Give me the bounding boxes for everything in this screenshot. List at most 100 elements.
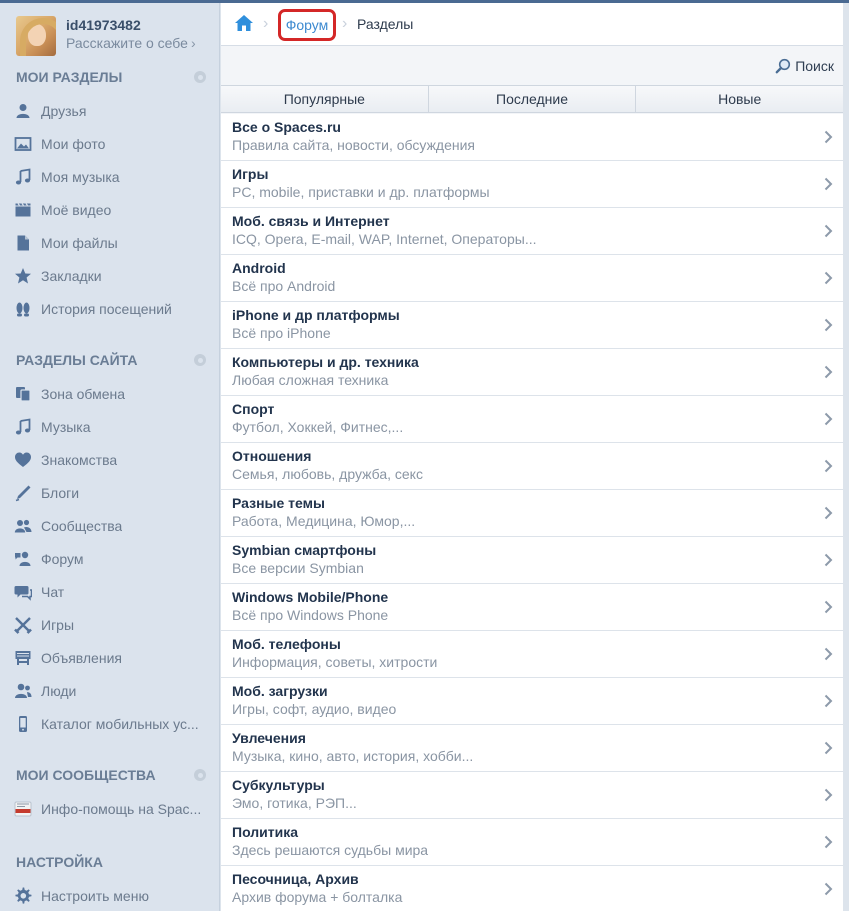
search-row: Поиск xyxy=(221,46,843,86)
sidebar-item-phone[interactable]: Каталог мобильных ус... xyxy=(14,713,210,735)
chevron-right-icon xyxy=(824,365,833,379)
forum-section-row[interactable]: Субкультуры Эмо, готика, РЭП... xyxy=(221,772,843,819)
help-badge-icon xyxy=(14,800,32,818)
forum-section-row[interactable]: Windows Mobile/Phone Всё про Windows Pho… xyxy=(221,584,843,631)
tab-latest[interactable]: Последние xyxy=(429,86,637,112)
sidebar-item-games[interactable]: Игры xyxy=(14,614,210,636)
section-title-label: РАЗДЕЛЫ САЙТА xyxy=(16,352,138,368)
forum-section-row[interactable]: Android Всё про Android xyxy=(221,255,843,302)
forum-section-row[interactable]: Спорт Футбол, Хоккей, Фитнес,... xyxy=(221,396,843,443)
sidebar-item-pen[interactable]: Блоги xyxy=(14,482,210,504)
forum-section-row[interactable]: Symbian смартфоны Все версии Symbian xyxy=(221,537,843,584)
forum-section-row[interactable]: Политика Здесь решаются судьбы мира xyxy=(221,819,843,866)
breadcrumb-forum-link[interactable]: Форум xyxy=(278,9,336,41)
forum-section-subtitle: Здесь решаются судьбы мира xyxy=(232,842,429,858)
sidebar-item-footprints[interactable]: История посещений xyxy=(14,298,210,320)
friend-icon xyxy=(14,102,32,120)
forum-section-title: Все о Spaces.ru xyxy=(232,119,341,135)
breadcrumb-separator: › xyxy=(342,15,348,32)
profile-about-label: Расскажите о себе xyxy=(66,35,188,51)
exchange-icon xyxy=(14,385,32,403)
section-title-label: МОИ РАЗДЕЛЫ xyxy=(16,69,123,85)
search-button[interactable]: Поиск xyxy=(775,58,834,74)
forum-section-title: Песочница, Архив xyxy=(232,871,359,887)
sidebar-item-label: Мои фото xyxy=(41,136,106,152)
home-icon[interactable] xyxy=(234,14,254,32)
section-title-label: НАСТРОЙКА xyxy=(16,854,103,870)
chevron-right-icon xyxy=(824,553,833,567)
chevron-right-icon xyxy=(824,318,833,332)
avatar[interactable] xyxy=(16,16,56,56)
sidebar-item-exchange[interactable]: Зона обмена xyxy=(14,383,210,405)
heart-icon xyxy=(14,451,32,469)
tab-new[interactable]: Новые xyxy=(636,86,843,112)
forum-section-subtitle: Музыка, кино, авто, история, хобби... xyxy=(232,748,474,764)
section-title-settings: НАСТРОЙКА xyxy=(16,854,208,870)
sidebar-item-label: История посещений xyxy=(41,301,172,317)
main-content: › Форум › Разделы Поиск Популярные После… xyxy=(221,3,843,911)
forum-section-title: Увлечения xyxy=(232,730,306,746)
forum-section-subtitle: Архив форума + болталка xyxy=(232,889,403,905)
chevron-right-icon xyxy=(824,647,833,661)
sidebar-item-video[interactable]: Моё видео xyxy=(14,199,210,221)
forum-section-title: Моб. телефоны xyxy=(232,636,341,652)
sidebar-item-photo[interactable]: Мои фото xyxy=(14,133,210,155)
chevron-right-icon xyxy=(824,177,833,191)
forum-section-row[interactable]: Увлечения Музыка, кино, авто, история, х… xyxy=(221,725,843,772)
sidebar-item-ads[interactable]: Объявления xyxy=(14,647,210,669)
gear-icon[interactable] xyxy=(192,69,208,85)
sidebar-item-chat[interactable]: Чат xyxy=(14,581,210,603)
tab-popular[interactable]: Популярные xyxy=(221,86,429,112)
chevron-right-icon: › xyxy=(190,35,196,51)
sidebar-item-music[interactable]: Моя музыка xyxy=(14,166,210,188)
sidebar-item-file[interactable]: Мои файлы xyxy=(14,232,210,254)
forum-section-row[interactable]: Моб. телефоны Информация, советы, хитрос… xyxy=(221,631,843,678)
star-icon xyxy=(14,267,32,285)
forum-section-title: Моб. загрузки xyxy=(232,683,328,699)
profile-name[interactable]: id41973482 xyxy=(66,16,196,34)
forum-section-row[interactable]: Разные темы Работа, Медицина, Юмор,... xyxy=(221,490,843,537)
section-title-site-sections: РАЗДЕЛЫ САЙТА xyxy=(16,352,208,368)
forum-section-row[interactable]: Игры PC, mobile, приставки и др. платфор… xyxy=(221,161,843,208)
sidebar-item-label: Моё видео xyxy=(41,202,112,218)
forum-section-row[interactable]: Моб. загрузки Игры, софт, аудио, видео xyxy=(221,678,843,725)
forum-section-row[interactable]: Моб. связь и Интернет ICQ, Opera, E-mail… xyxy=(221,208,843,255)
forum-section-subtitle: Правила сайта, новости, обсуждения xyxy=(232,137,476,153)
ads-icon xyxy=(14,649,32,667)
sidebar-item-community[interactable]: Сообщества xyxy=(14,515,210,537)
sidebar-item-friend[interactable]: Друзья xyxy=(14,100,210,122)
section-title-my-sections: МОИ РАЗДЕЛЫ xyxy=(16,69,208,85)
chevron-right-icon xyxy=(824,506,833,520)
sidebar-item-label: Игры xyxy=(41,617,75,633)
sidebar-item-help-badge[interactable]: Инфо-помощь на Spac... xyxy=(14,798,210,820)
forum-section-row[interactable]: iPhone и др платформы Всё про iPhone xyxy=(221,302,843,349)
profile-block[interactable]: id41973482 Расскажите о себе › xyxy=(16,16,196,56)
sidebar-item-label: Знакомства xyxy=(41,452,118,468)
people-icon xyxy=(14,682,32,700)
sidebar-item-people[interactable]: Люди xyxy=(14,680,210,702)
sidebar-item-forum[interactable]: Форум xyxy=(14,548,210,570)
chevron-right-icon xyxy=(824,694,833,708)
sidebar-item-label: Форум xyxy=(41,551,84,567)
forum-section-row[interactable]: Отношения Семья, любовь, дружба, секс xyxy=(221,443,843,490)
breadcrumb: › Форум › Разделы xyxy=(221,3,843,46)
forum-section-row[interactable]: Песочница, Архив Архив форума + болталка xyxy=(221,866,843,911)
sidebar-item-star[interactable]: Закладки xyxy=(14,265,210,287)
forum-section-subtitle: Семья, любовь, дружба, секс xyxy=(232,466,423,482)
sidebar-item-gear[interactable]: Настроить меню xyxy=(14,885,210,907)
gear-icon[interactable] xyxy=(192,767,208,783)
section-title-my-communities: МОИ СООБЩЕСТВА xyxy=(16,767,208,783)
forum-section-title: iPhone и др платформы xyxy=(232,307,400,323)
forum-section-row[interactable]: Компьютеры и др. техника Любая сложная т… xyxy=(221,349,843,396)
breadcrumb-separator: › xyxy=(263,15,269,32)
footprints-icon xyxy=(14,300,32,318)
forum-section-row[interactable]: Все о Spaces.ru Правила сайта, новости, … xyxy=(221,114,843,161)
forum-section-subtitle: Всё про iPhone xyxy=(232,325,331,341)
forum-section-subtitle: Эмо, готика, РЭП... xyxy=(232,795,357,811)
gear-icon[interactable] xyxy=(192,352,208,368)
sidebar-item-heart[interactable]: Знакомства xyxy=(14,449,210,471)
sidebar-item-music[interactable]: Музыка xyxy=(14,416,210,438)
forum-section-title: Android xyxy=(232,260,286,276)
profile-about-link[interactable]: Расскажите о себе › xyxy=(66,34,196,52)
search-label: Поиск xyxy=(795,58,834,74)
